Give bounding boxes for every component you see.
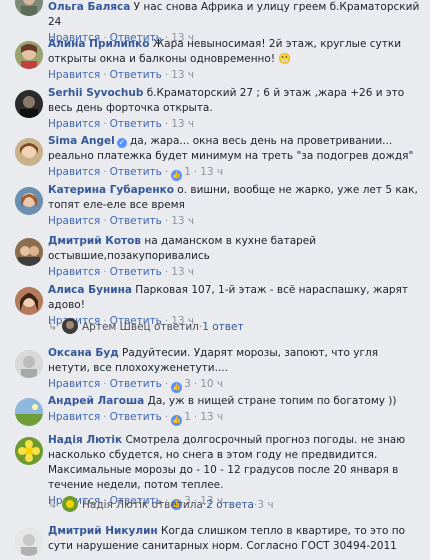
reply-link[interactable]: Ответить <box>110 266 162 278</box>
comment-time[interactable]: 13 ч <box>171 118 194 130</box>
avatar[interactable] <box>15 138 43 166</box>
like-count[interactable]: 👍 3 <box>171 377 191 393</box>
view-replies-link[interactable]: ↳ Артем Швец ответил·1 ответ <box>48 318 244 334</box>
like-count[interactable]: 👍 1 <box>171 410 191 426</box>
avatar[interactable] <box>15 287 43 315</box>
comment-time[interactable]: 13 ч <box>200 411 223 423</box>
separator: · <box>193 378 198 390</box>
comment-time[interactable]: 13 ч <box>200 166 223 178</box>
separator: · <box>193 411 198 423</box>
separator: · <box>164 411 169 423</box>
reply-arrow-icon: ↳ <box>48 320 58 333</box>
like-link[interactable]: Нравится <box>48 266 100 278</box>
reply-link[interactable]: Ответить <box>110 118 162 130</box>
reply-author[interactable]: Артем Швец ответил <box>82 321 199 333</box>
avatar[interactable] <box>15 437 43 465</box>
separator: · <box>164 215 169 227</box>
comment-time[interactable]: 13 ч <box>171 69 194 81</box>
thumbs-up-icon: 👍 <box>171 415 183 426</box>
like-link[interactable]: Нравится <box>48 378 100 390</box>
view-replies-link[interactable]: ↳ Надія Лютік ответила·2 ответа·3 ч <box>48 496 274 512</box>
comment-author[interactable]: Надія Лютік <box>48 434 122 446</box>
comment-author[interactable]: Оксана Буд <box>48 347 119 359</box>
comment-author[interactable]: Sima Angel <box>48 135 115 147</box>
avatar[interactable] <box>15 41 43 69</box>
comment-author[interactable]: Андрей Лагоша <box>48 395 144 407</box>
like-link[interactable]: Нравится <box>48 411 100 423</box>
separator: · <box>103 411 107 423</box>
reply-link[interactable]: Ответить <box>110 215 162 227</box>
reply-author[interactable]: Надія Лютік ответила <box>82 499 203 511</box>
like-count-value: 1 <box>184 166 191 178</box>
comment-author[interactable]: Дмитрий Никулин <box>48 525 158 537</box>
avatar[interactable] <box>15 238 43 266</box>
avatar[interactable] <box>15 350 43 378</box>
separator: · <box>164 69 169 81</box>
comment-time[interactable]: 10 ч <box>200 378 223 390</box>
avatar[interactable] <box>15 90 43 118</box>
thumbs-up-icon: 👍 <box>171 382 183 393</box>
comment-author[interactable]: Ольга Баляса <box>48 1 130 13</box>
separator: · <box>164 266 169 278</box>
separator: · <box>103 166 107 178</box>
like-count-value: 1 <box>184 411 191 423</box>
avatar[interactable] <box>15 187 43 215</box>
reply-link[interactable]: Ответить <box>110 69 162 81</box>
comments-feed: Ольга Баляса У нас снова Африка и улицу … <box>0 0 430 560</box>
reply-link[interactable]: Ответить <box>110 166 162 178</box>
separator: · <box>103 215 107 227</box>
comment-author[interactable]: Дмитрий Котов <box>48 235 141 247</box>
separator: · <box>103 69 107 81</box>
reply-link[interactable]: Ответить <box>110 378 162 390</box>
comment-author[interactable]: Алина Прилипко <box>48 38 149 50</box>
reply-avatar <box>62 318 78 334</box>
separator: · <box>103 378 107 390</box>
reply-link[interactable]: Ответить <box>110 411 162 423</box>
comment-text: Да, уж в нищей стране топим по богатому … <box>147 395 397 407</box>
separator: · <box>103 118 107 130</box>
verified-badge-icon: ✓ <box>116 138 127 148</box>
like-count-value: 3 <box>184 378 191 390</box>
avatar[interactable] <box>15 0 43 16</box>
comment-author[interactable]: Алиса Бунина <box>48 284 132 296</box>
avatar[interactable] <box>15 528 43 556</box>
reply-avatar <box>62 496 78 512</box>
like-link[interactable]: Нравится <box>48 166 100 178</box>
like-link[interactable]: Нравится <box>48 118 100 130</box>
comment-time[interactable]: 13 ч <box>171 215 194 227</box>
separator: · <box>103 266 107 278</box>
comment-author[interactable]: Катерина Губаренко <box>48 184 174 196</box>
like-link[interactable]: Нравится <box>48 69 100 81</box>
reply-count[interactable]: 2 ответа <box>206 499 254 511</box>
avatar[interactable] <box>15 398 43 426</box>
reply-time[interactable]: 3 ч <box>257 499 273 511</box>
reply-count[interactable]: 1 ответ <box>202 321 243 333</box>
thumbs-up-icon: 👍 <box>171 170 183 181</box>
comment-author[interactable]: Serhii Syvochub <box>48 87 143 99</box>
like-link[interactable]: Нравится <box>48 215 100 227</box>
like-count[interactable]: 👍 1 <box>171 165 191 181</box>
separator: · <box>164 166 169 178</box>
comment-time[interactable]: 13 ч <box>171 266 194 278</box>
separator: · <box>164 118 169 130</box>
reply-arrow-icon: ↳ <box>48 498 58 511</box>
separator: · <box>164 378 169 390</box>
separator: · <box>193 166 198 178</box>
